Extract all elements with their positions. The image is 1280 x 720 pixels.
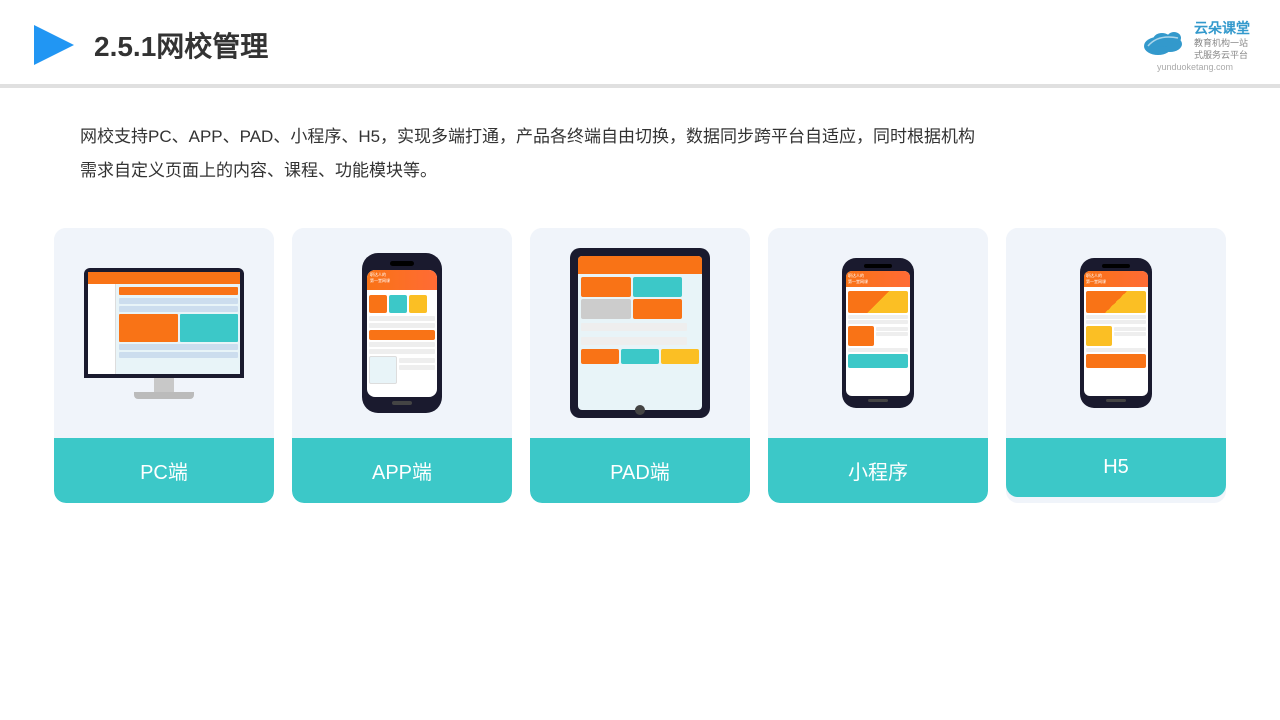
card-miniprogram: 职达人的第一堂网课 — [768, 228, 988, 503]
tablet-screen — [578, 256, 702, 410]
h5-phone-notch — [1102, 264, 1130, 268]
app-phone: 职达人的第一堂网课 — [362, 253, 442, 413]
card-h5-image: 职达人的第一堂网课 — [1006, 228, 1226, 438]
play-icon — [30, 21, 78, 69]
tall-phone-bottom — [868, 399, 888, 402]
card-h5: 职达人的第一堂网课 — [1006, 228, 1226, 503]
h5-phone-bottom — [1106, 399, 1126, 402]
tablet-home-btn — [635, 405, 645, 415]
pc-monitor — [84, 268, 244, 399]
h5-phone-screen: 职达人的第一堂网课 — [1084, 271, 1148, 396]
logo-sub: 教育机构一站 式服务云平台 — [1194, 38, 1250, 61]
miniprogram-phone: 职达人的第一堂网课 — [842, 258, 914, 408]
phone-home — [392, 401, 412, 405]
logo-brand: 云朵课堂 教育机构一站 式服务云平台 — [1140, 18, 1250, 61]
monitor-screen — [88, 272, 240, 374]
phone-screen: 职达人的第一堂网课 — [367, 270, 437, 397]
card-app: 职达人的第一堂网课 — [292, 228, 512, 503]
tall-phone-screen: 职达人的第一堂网课 — [846, 271, 910, 396]
cloud-icon — [1140, 24, 1190, 56]
card-pad-image — [530, 228, 750, 438]
page-title: 2.5.1网校管理 — [94, 25, 268, 65]
logo-text: 云朵课堂 教育机构一站 式服务云平台 — [1194, 18, 1250, 61]
h5-phone: 职达人的第一堂网课 — [1080, 258, 1152, 408]
cards-container: PC端 职达人的第一堂网课 — [0, 198, 1280, 503]
desc-line1: 网校支持PC、APP、PAD、小程序、H5，实现多端打通，产品各终端自由切换，数… — [80, 120, 1200, 154]
card-app-label: APP端 — [292, 438, 512, 503]
card-pc-image — [54, 228, 274, 438]
card-pad-label: PAD端 — [530, 438, 750, 503]
logo-url: yunduoketang.com — [1157, 62, 1233, 72]
card-pc-label: PC端 — [54, 438, 274, 503]
pad-tablet — [570, 248, 710, 418]
desc-line2: 需求自定义页面上的内容、课程、功能模块等。 — [80, 154, 1200, 188]
description: 网校支持PC、APP、PAD、小程序、H5，实现多端打通，产品各终端自由切换，数… — [0, 88, 1280, 198]
header: 2.5.1网校管理 云朵课堂 教育机构一站 式服务云平台 yunduoketan… — [0, 0, 1280, 86]
card-miniprogram-image: 职达人的第一堂网课 — [768, 228, 988, 438]
logo-name: 云朵课堂 — [1194, 18, 1250, 38]
logo-area: 云朵课堂 教育机构一站 式服务云平台 yunduoketang.com — [1140, 18, 1250, 72]
card-pad: PAD端 — [530, 228, 750, 503]
card-miniprogram-label: 小程序 — [768, 438, 988, 503]
card-pc: PC端 — [54, 228, 274, 503]
tall-phone-notch — [864, 264, 892, 268]
monitor-outer — [84, 268, 244, 378]
card-app-image: 职达人的第一堂网课 — [292, 228, 512, 438]
card-h5-label: H5 — [1006, 438, 1226, 497]
header-left: 2.5.1网校管理 — [30, 21, 268, 69]
phone-notch — [390, 261, 414, 266]
